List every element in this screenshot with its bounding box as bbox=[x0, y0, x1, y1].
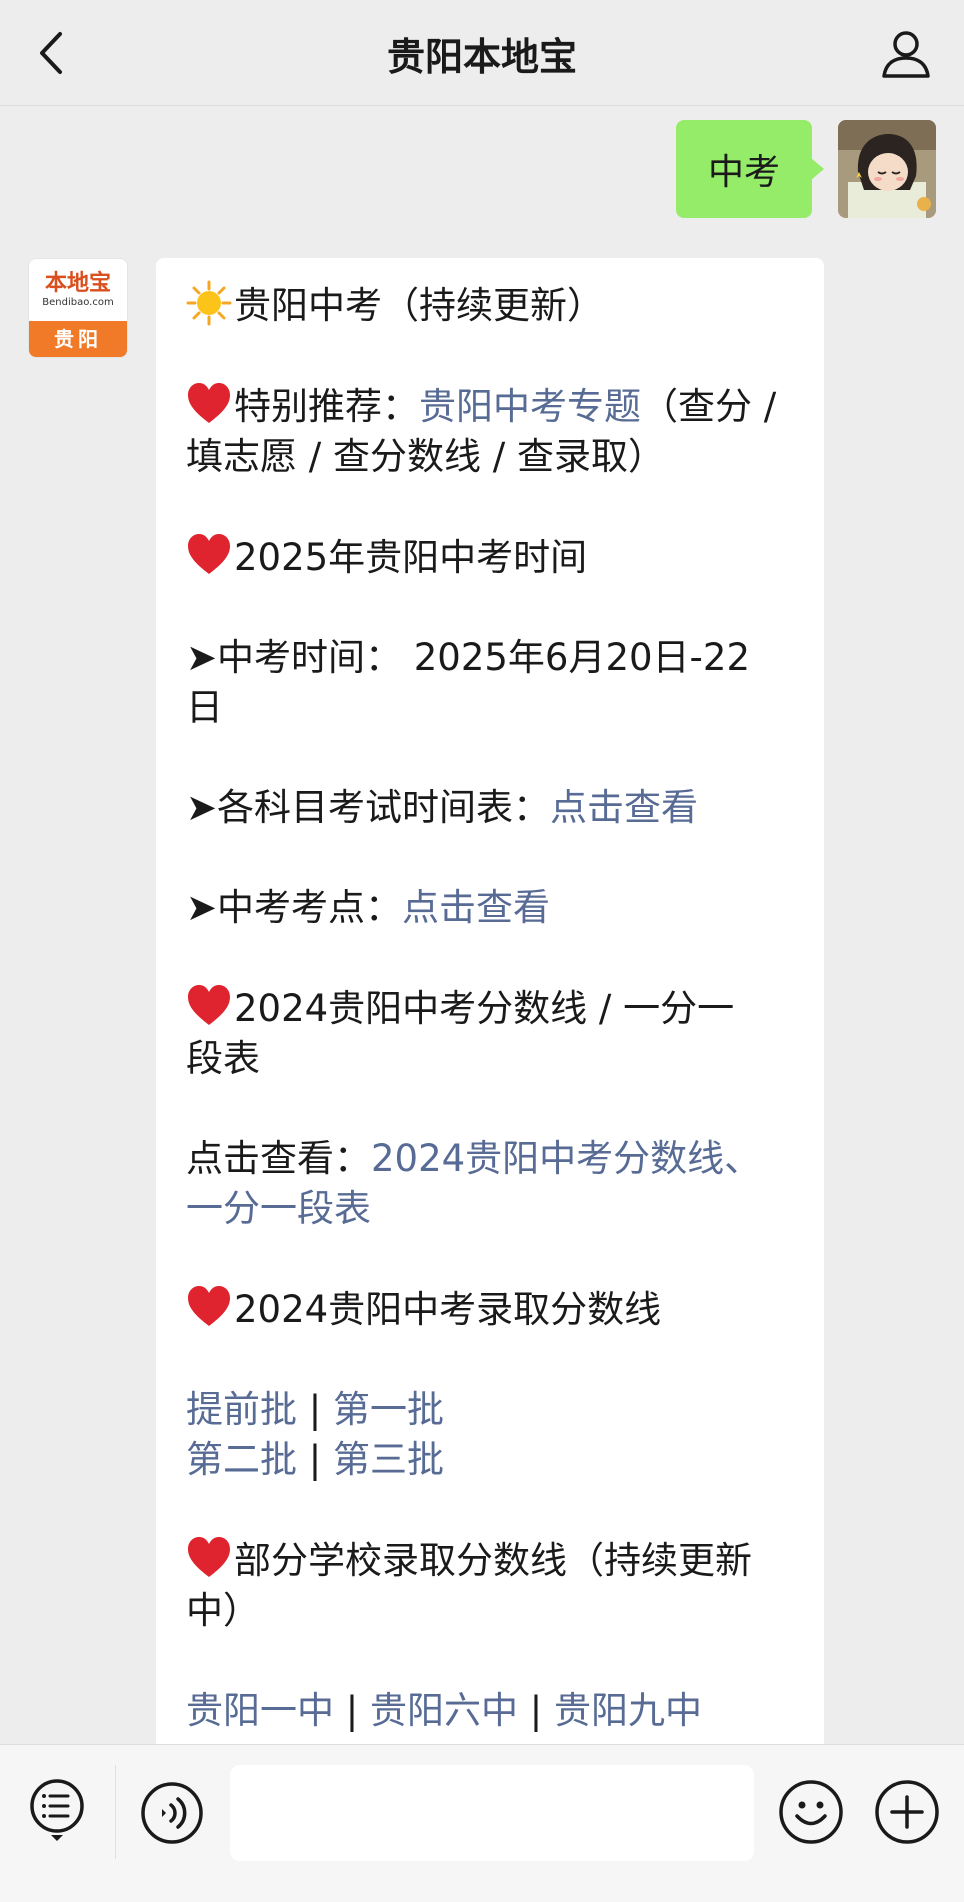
brand-logo-city: 贵阳 bbox=[29, 321, 127, 357]
heart-icon bbox=[188, 1286, 230, 1326]
message-line: 填志愿 / 查分数线 / 查录取） bbox=[186, 435, 665, 478]
link-exam-sites[interactable]: 点击查看 bbox=[402, 886, 550, 929]
message-line: 段表 bbox=[186, 1037, 260, 1080]
message-line: ➤各科目考试时间表：点击查看 bbox=[186, 786, 699, 829]
separator: | bbox=[334, 1689, 370, 1732]
outgoing-message-text: 中考 bbox=[707, 152, 780, 193]
nav-header: 贵阳本地宝 bbox=[0, 0, 964, 106]
link-score-line[interactable]: 2024贵阳中考分数线、 bbox=[371, 1137, 761, 1180]
message-line: 特别推荐：贵阳中考专题（查分 / bbox=[186, 381, 794, 432]
person-icon[interactable] bbox=[878, 26, 934, 82]
link-school-1[interactable]: 贵阳一中 bbox=[186, 1689, 334, 1732]
plus-icon[interactable] bbox=[874, 1779, 940, 1845]
message-line: 部分学校录取分数线（持续更新 bbox=[186, 1535, 794, 1586]
separator: | bbox=[518, 1689, 554, 1732]
voice-icon[interactable] bbox=[140, 1781, 204, 1845]
message-line: 贵阳一中 | 贵阳六中 | 贵阳九中 bbox=[186, 1686, 794, 1736]
message-line: ➤中考考点：点击查看 bbox=[186, 886, 551, 929]
link-batch-early[interactable]: 提前批 bbox=[186, 1388, 297, 1431]
link-batch-first[interactable]: 第一批 bbox=[333, 1388, 444, 1431]
brand-avatar[interactable]: 本地宝 Bendibao.com 贵阳 bbox=[28, 258, 128, 358]
incoming-message-bubble: 贵阳中考（持续更新） 特别推荐：贵阳中考专题（查分 / 填志愿 / 查分数线 /… bbox=[156, 258, 824, 1758]
separator: | bbox=[297, 1388, 333, 1431]
link-school-6[interactable]: 贵阳六中 bbox=[370, 1689, 518, 1732]
message-line: 中） bbox=[186, 1589, 260, 1632]
link-exam-schedule[interactable]: 点击查看 bbox=[550, 786, 698, 829]
link-batch-third[interactable]: 第三批 bbox=[333, 1438, 444, 1481]
toolbar-divider bbox=[115, 1765, 116, 1859]
link-batch-second[interactable]: 第二批 bbox=[186, 1438, 297, 1481]
outgoing-message-bubble[interactable]: 中考 bbox=[675, 120, 825, 218]
heart-icon bbox=[188, 985, 230, 1025]
link-school-9[interactable]: 贵阳九中 bbox=[554, 1689, 702, 1732]
message-line: 第二批 | 第三批 bbox=[186, 1435, 794, 1485]
message-line: 2025年贵阳中考时间 bbox=[186, 532, 794, 583]
smiley-icon[interactable] bbox=[778, 1779, 844, 1845]
input-toolbar bbox=[0, 1744, 964, 1902]
separator: | bbox=[297, 1438, 333, 1481]
message-line: 日 bbox=[186, 686, 223, 729]
link-score-distribution[interactable]: 一分一段表 bbox=[186, 1184, 794, 1234]
message-line: 2024贵阳中考录取分数线 bbox=[186, 1284, 794, 1335]
message-line: ➤中考时间： 2025年6月20日-22 bbox=[186, 636, 750, 679]
heart-icon bbox=[188, 534, 230, 574]
menu-list-icon[interactable] bbox=[28, 1777, 86, 1843]
link-zhongkao-topic[interactable]: 贵阳中考专题 bbox=[419, 385, 641, 428]
message-line: 点击查看：2024贵阳中考分数线、 bbox=[186, 1137, 762, 1180]
message-line: 贵阳中考（持续更新） bbox=[186, 280, 794, 331]
outgoing-message-row: 中考 bbox=[36, 120, 936, 218]
message-line: 提前批 | 第一批 bbox=[186, 1385, 794, 1435]
message-line: 2024贵阳中考分数线 / 一分一 bbox=[186, 983, 794, 1034]
brand-logo-text: 本地宝 bbox=[44, 270, 111, 296]
user-avatar[interactable] bbox=[838, 120, 936, 218]
brand-logo-url: Bendibao.com bbox=[42, 297, 114, 308]
page-title: 贵阳本地宝 bbox=[386, 35, 577, 79]
message-heading: 贵阳中考（持续更新） bbox=[234, 284, 604, 327]
sun-icon bbox=[186, 280, 232, 326]
heart-icon bbox=[188, 383, 230, 423]
message-input[interactable] bbox=[230, 1765, 754, 1861]
heart-icon bbox=[188, 1537, 230, 1577]
